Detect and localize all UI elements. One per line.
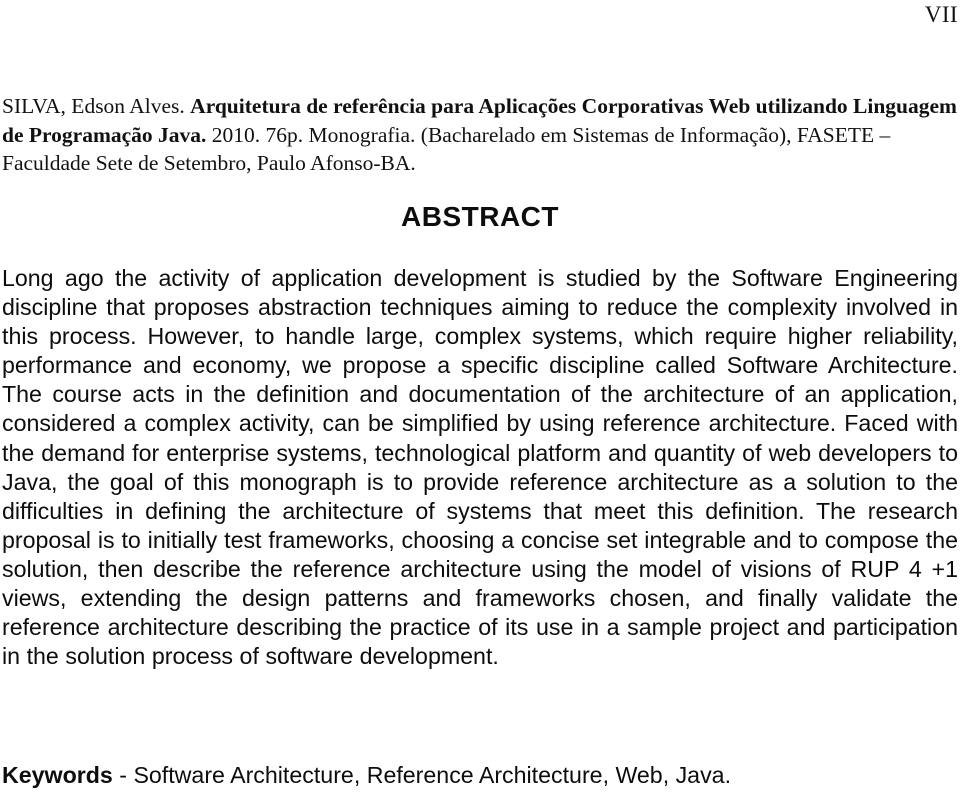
page-number: VII <box>924 2 958 27</box>
keywords-line: Keywords - Software Architecture, Refere… <box>2 761 958 790</box>
keywords-text: Software Architecture, Reference Archite… <box>133 762 732 788</box>
abstract-heading: ABSTRACT <box>401 201 559 232</box>
abstract-paragraph: Long ago the activity of application dev… <box>2 265 958 670</box>
citation-block: SILVA, Edson Alves. Arquitetura de refer… <box>2 92 958 178</box>
abstract-body: Long ago the activity of application dev… <box>2 264 958 671</box>
keywords-label: Keywords <box>2 762 113 788</box>
keywords-separator: - <box>112 762 134 788</box>
document-page: VII SILVA, Edson Alves. Arquitetura de r… <box>0 0 960 794</box>
citation-author: SILVA, Edson Alves. <box>2 94 185 118</box>
